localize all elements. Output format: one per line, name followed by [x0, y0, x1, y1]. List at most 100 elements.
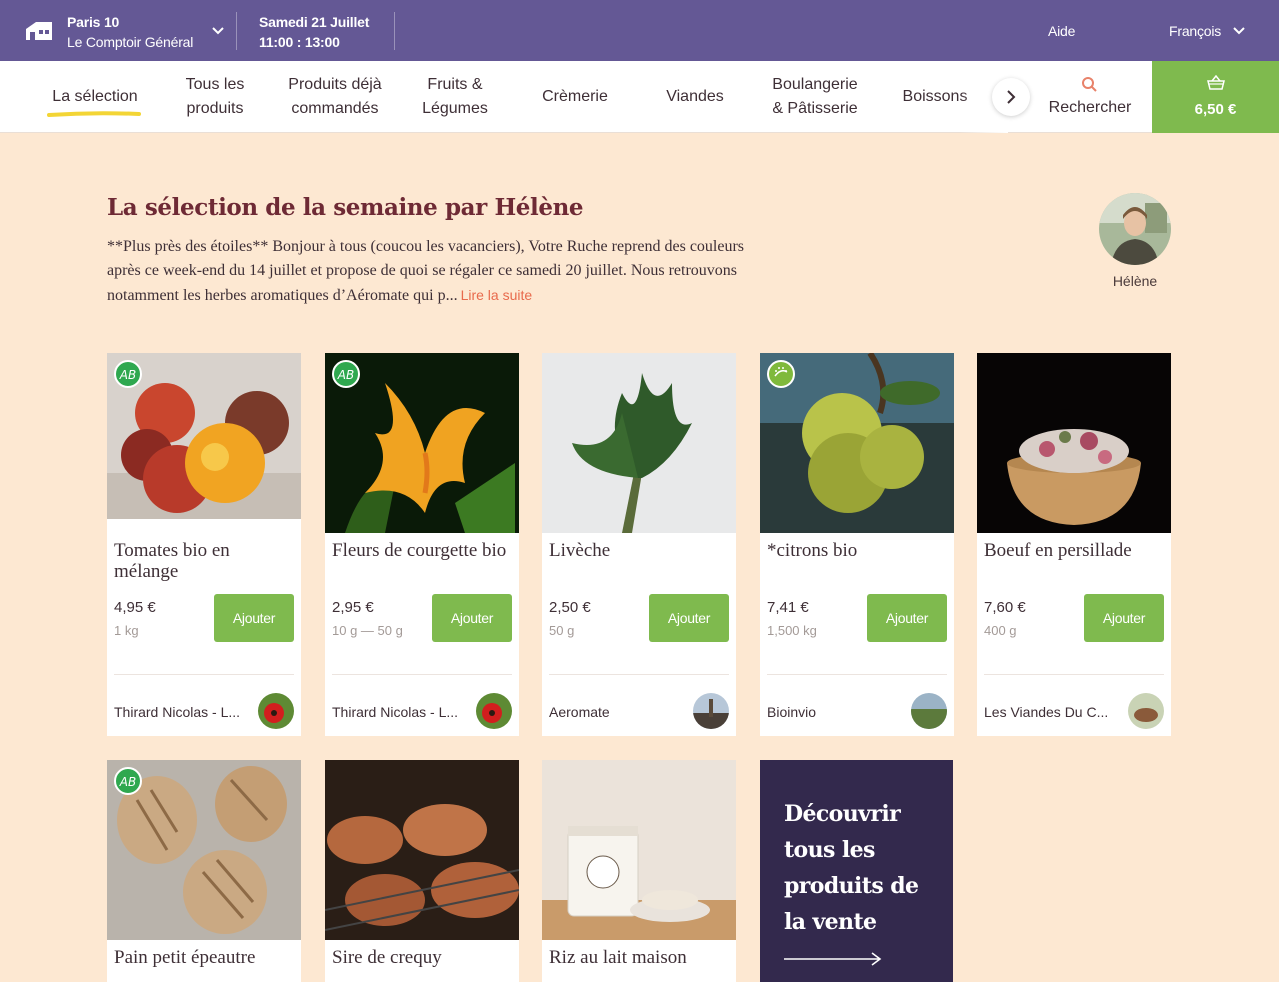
product-price: 2,95 €	[332, 599, 374, 616]
tab-label: Crèmerie	[542, 88, 608, 105]
tab-bakery[interactable]: Boulangerie & Pâtisserie	[760, 61, 870, 133]
help-link[interactable]: Aide	[1048, 23, 1075, 39]
producer-name[interactable]: Thirard Nicolas - L...	[332, 704, 467, 720]
tab-dairy[interactable]: Crèmerie	[525, 61, 625, 133]
divider	[549, 674, 729, 675]
producer-name[interactable]: Bioinvio	[767, 704, 902, 720]
tab-label: Légumes	[422, 100, 488, 117]
tab-label: Fruits &	[427, 76, 483, 93]
product-card[interactable]: AB Fleurs de courgette bio 2,95 € 10 g —…	[325, 353, 519, 736]
product-name: Livèche	[549, 540, 611, 561]
search-label: Rechercher	[1048, 99, 1132, 116]
tab-label: commandés	[291, 100, 379, 117]
divider	[236, 12, 237, 50]
tab-fruits-vegetables[interactable]: Fruits & Légumes	[405, 61, 505, 133]
product-name: Riz au lait maison	[549, 947, 687, 968]
selection-description: **Plus près des étoiles** Bonjour à tous…	[107, 235, 747, 308]
product-price: 7,60 €	[984, 599, 1026, 616]
producer-avatar[interactable]	[476, 693, 512, 729]
product-card[interactable]: Boeuf en persillade 7,60 € 400 g Ajouter…	[977, 353, 1171, 736]
search-button[interactable]: Rechercher	[1030, 61, 1150, 133]
divider	[767, 674, 947, 675]
product-card[interactable]: Sire de crequy	[325, 760, 519, 982]
product-quantity: 50 g	[549, 623, 575, 638]
product-card[interactable]: *citrons bio 7,41 € 1,500 kg Ajouter Bio…	[760, 353, 954, 736]
divider	[332, 674, 512, 675]
producer-avatar[interactable]	[1128, 693, 1164, 729]
basket-icon	[1207, 75, 1225, 90]
cart-total: 6,50 €	[1194, 101, 1237, 118]
sale-date[interactable]: Samedi 21 Juillet 11:00 : 13:00	[259, 12, 369, 52]
product-image	[542, 353, 736, 533]
tab-label: produits	[186, 100, 244, 117]
product-quantity: 1 kg	[114, 623, 139, 638]
arrow-right-icon	[784, 952, 882, 966]
tab-label: Boulangerie	[772, 76, 858, 93]
product-image	[977, 353, 1171, 533]
tab-meat[interactable]: Viandes	[645, 61, 745, 133]
hive-name: Le Comptoir Général	[67, 34, 194, 50]
tab-already-ordered[interactable]: Produits déjà commandés	[275, 61, 395, 133]
svg-text:AB: AB	[119, 368, 136, 382]
top-bar: Paris 10 Le Comptoir Général Samedi 21 J…	[0, 0, 1279, 61]
add-to-cart-button[interactable]: Ajouter	[214, 594, 294, 642]
divider	[114, 674, 294, 675]
curator-avatar[interactable]	[1099, 193, 1171, 265]
add-to-cart-button[interactable]: Ajouter	[1084, 594, 1164, 642]
nav-next-button[interactable]	[992, 78, 1030, 116]
product-name: Pain petit épeautre	[114, 947, 256, 968]
producer-name[interactable]: Les Viandes Du C...	[984, 704, 1119, 720]
discover-all-products-card[interactable]: Découvrir tous les produits de la vente	[760, 760, 953, 982]
cart-button[interactable]: 6,50 €	[1152, 61, 1279, 133]
product-quantity: 1,500 kg	[767, 623, 817, 638]
language-selector[interactable]: François	[1169, 23, 1221, 39]
selection-text: **Plus près des étoiles** Bonjour à tous…	[107, 238, 745, 304]
tab-label: Produits déjà	[288, 76, 382, 93]
eu-organic-badge-icon	[767, 360, 795, 388]
product-card[interactable]: AB Pain petit épeautre	[107, 760, 301, 982]
product-quantity: 10 g — 50 g	[332, 623, 403, 638]
add-to-cart-button[interactable]: Ajouter	[649, 594, 729, 642]
organic-ab-badge-icon: AB	[114, 767, 142, 795]
product-image	[542, 760, 736, 940]
add-to-cart-button[interactable]: Ajouter	[867, 594, 947, 642]
producer-avatar[interactable]	[911, 693, 947, 729]
read-more-link[interactable]: Lire la suite	[461, 287, 533, 303]
chevron-right-icon	[1007, 90, 1016, 104]
product-image	[325, 760, 519, 940]
hive-selector[interactable]: Paris 10 Le Comptoir Général	[67, 12, 193, 52]
producer-avatar[interactable]	[258, 693, 294, 729]
chevron-down-icon[interactable]	[1232, 24, 1246, 38]
tab-label: Tous les	[185, 76, 245, 93]
product-price: 7,41 €	[767, 599, 809, 616]
product-name: *citrons bio	[767, 540, 858, 561]
product-name: Sire de crequy	[332, 947, 442, 968]
product-card[interactable]: Livèche 2,50 € 50 g Ajouter Aeromate	[542, 353, 736, 736]
product-card[interactable]: AB Tomates bio en mélange 4,95 € 1 kg Aj…	[107, 353, 301, 736]
organic-ab-badge-icon: AB	[114, 360, 142, 388]
tab-selection[interactable]: La sélection	[40, 61, 150, 133]
tab-label: Boissons	[902, 88, 968, 105]
producer-name[interactable]: Thirard Nicolas - L...	[114, 704, 249, 720]
sale-day: Samedi 21 Juillet	[259, 14, 370, 30]
curator-name: Hélène	[1112, 273, 1158, 289]
product-price: 2,50 €	[549, 599, 591, 616]
product-name: Fleurs de courgette bio	[332, 540, 507, 561]
product-name: Tomates bio en mélange	[114, 540, 230, 582]
organic-ab-badge-icon: AB	[332, 360, 360, 388]
product-card[interactable]: Riz au lait maison	[542, 760, 736, 982]
producer-name[interactable]: Aeromate	[549, 704, 684, 720]
svg-text:AB: AB	[119, 775, 136, 789]
tab-all-products[interactable]: Tous les produits	[165, 61, 265, 133]
hive-icon	[26, 22, 52, 40]
tab-label: La sélection	[52, 88, 138, 105]
hive-city: Paris 10	[67, 14, 120, 30]
product-name: Boeuf en persillade	[984, 540, 1132, 561]
producer-avatar[interactable]	[693, 693, 729, 729]
tab-label: & Pâtisserie	[772, 100, 858, 117]
divider	[984, 674, 1164, 675]
add-to-cart-button[interactable]: Ajouter	[432, 594, 512, 642]
active-tab-underline	[47, 111, 141, 117]
search-icon	[1082, 77, 1097, 92]
chevron-down-icon[interactable]	[211, 24, 225, 38]
